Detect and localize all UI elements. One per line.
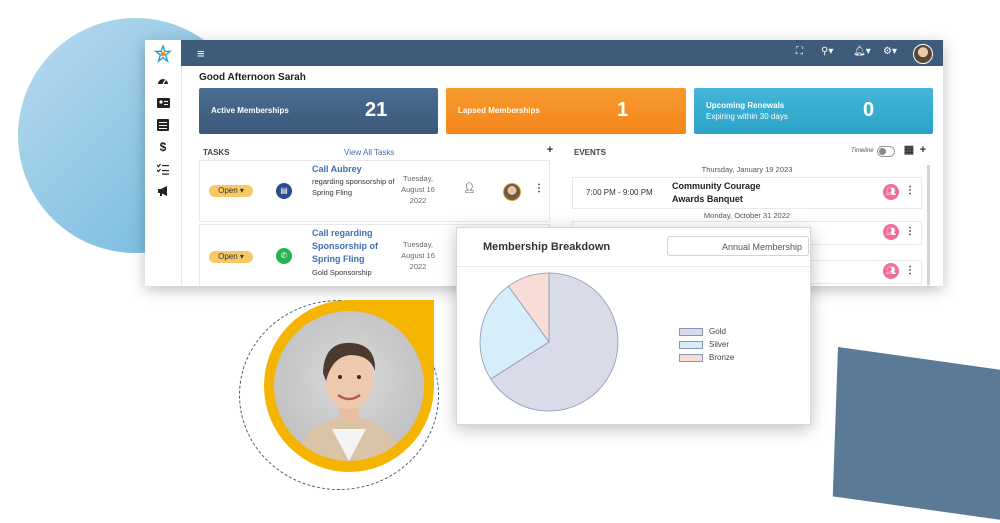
task-title[interactable]: Call Aubrey [312,163,402,176]
add-event-icon[interactable]: + [917,144,929,156]
legend-label: Gold [709,327,726,337]
task-row[interactable]: Open ▾ ▤ Call Aubrey regarding sponsorsh… [199,160,550,222]
assignee-avatar[interactable] [503,183,521,201]
task-description: Gold Sponsorship [312,268,372,277]
card-sublabel: Expiring within 30 days [706,112,788,121]
card-value: 1 [617,99,629,121]
add-task-icon[interactable]: + [544,144,556,156]
profile-photo [274,311,424,461]
status-dropdown[interactable]: Open ▾ [209,251,253,263]
calendar-icon[interactable]: ▦ [903,144,915,156]
dashboard-icon[interactable] [156,74,170,88]
phone-callback-icon: ✆ [276,248,292,264]
dollar-icon[interactable]: $ [156,140,170,154]
event-time: 7:00 PM - 9:00 PM [586,188,653,197]
event-row[interactable]: 7:00 PM - 9:00 PM Community Courage Awar… [572,177,922,209]
bell-icon[interactable]: 🔔︎▾ [853,46,871,57]
event-menu-icon[interactable]: ⋮ [905,185,915,196]
lapsed-memberships-card[interactable]: Lapsed Memberships 1 [446,88,686,134]
task-title[interactable]: Call regarding Sponsorship of Spring Fli… [312,227,392,266]
view-all-tasks-link[interactable]: View All Tasks [344,148,394,157]
greeting: Good Afternoon Sarah [199,72,306,83]
card-label: Upcoming Renewals Expiring within 30 day… [706,100,788,122]
divider [457,266,810,267]
legend-item-gold: Gold [679,328,734,341]
hamburger-icon[interactable]: ≡ [197,46,205,61]
group-icon: 👥︎ [883,263,899,279]
logo-icon [154,45,172,63]
status-dropdown[interactable]: Open ▾ [209,185,253,197]
legend-item-silver: Silver [679,341,734,354]
tasks-header: TASKS [203,148,230,157]
megaphone-icon[interactable] [156,184,170,198]
upcoming-renewals-card[interactable]: Upcoming Renewals Expiring within 30 day… [694,88,933,134]
events-header: EVENTS [574,148,607,157]
card-title: Upcoming Renewals [706,101,785,110]
card-label: Lapsed Memberships [458,106,540,115]
event-menu-icon[interactable]: ⋮ [905,226,915,237]
gear-caret: ▾ [891,46,897,57]
timeline-toggle[interactable] [877,146,895,157]
events-scrollbar[interactable] [927,165,930,285]
group-icon: 👥︎ [883,184,899,200]
task-menu-icon[interactable]: ⋮ [534,183,544,194]
timeline-label: Timeline [851,148,874,154]
event-menu-icon[interactable]: ⋮ [905,265,915,276]
fullscreen-icon[interactable]: ⛶ [796,46,803,57]
card-value: 21 [365,99,388,121]
legend-swatch [679,328,703,336]
user-avatar[interactable] [913,44,933,64]
search-icon[interactable]: ⚲▾ [821,46,833,57]
task-date: Tuesday, August 16 2022 [401,240,435,271]
pie-chart [479,272,619,412]
membership-type-select[interactable]: Annual Membership [667,236,809,256]
event-date: Monday, October 31 2022 [703,211,791,220]
event-date: Thursday, January 19 2023 [701,165,793,174]
chart-legend: Gold Silver Bronze [679,328,734,367]
checklist-icon[interactable] [156,162,170,176]
id-card-icon[interactable] [156,96,170,110]
legend-label: Bronze [709,353,735,363]
membership-breakdown-panel: Membership Breakdown Annual Membership G… [456,227,811,425]
sidebar-rail: $ [145,40,182,286]
top-bar: ≡ ⛶ ⚲▾ 🔔︎▾ ⚙▾ [181,40,943,66]
legend-swatch [679,341,703,349]
decor-square [832,347,1000,523]
card-value: 0 [863,99,875,121]
task-date: Tuesday, August 16 2022 [401,174,435,205]
active-memberships-card[interactable]: Active Memberships 21 [199,88,438,134]
gear-icon[interactable]: ⚙▾ [883,46,897,57]
search-caret: ▾ [828,46,834,57]
legend-label: Silver [709,340,730,350]
person-icon[interactable]: 👤︎ [463,183,476,194]
bell-caret: ▾ [865,46,871,57]
breakdown-title: Membership Breakdown [483,241,611,253]
card-label: Active Memberships [211,106,289,115]
legend-item-bronze: Bronze [679,354,734,367]
group-icon: 👥︎ [883,224,899,240]
list-icon[interactable] [156,118,170,132]
event-title[interactable]: Community Courage Awards Banquet [672,180,792,206]
legend-swatch [679,354,703,362]
task-description: regarding sponsorship of Spring Fling [312,177,395,197]
clipboard-icon: ▤ [276,183,292,199]
